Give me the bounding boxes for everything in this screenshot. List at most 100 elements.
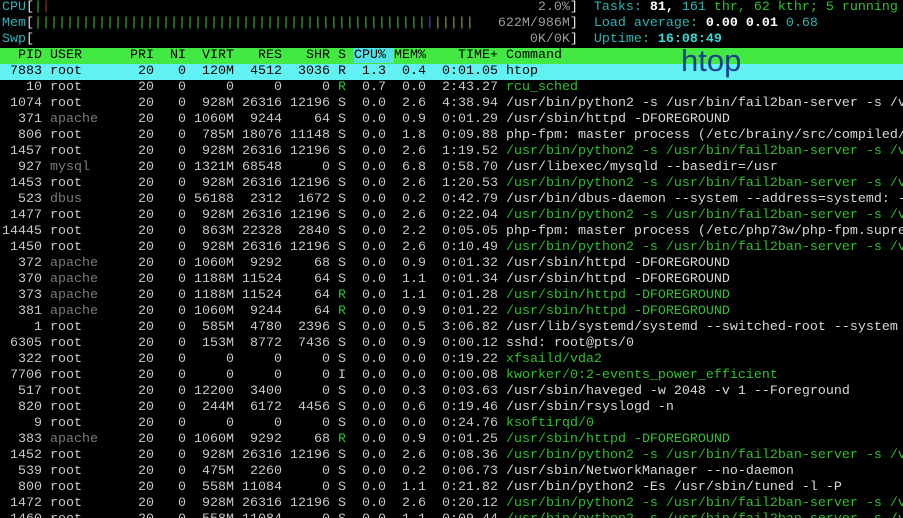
column-header-s[interactable]: S [338,48,354,63]
process-row[interactable]: 539 root 20 0 475M 2260 0 S 0.0 0.2 0:06… [0,464,903,480]
cell-pid: 927 [2,160,50,175]
column-header-res[interactable]: RES [242,48,290,63]
process-row[interactable]: 1472 root 20 0 928M 26316 12196 S 0.0 2.… [0,496,903,512]
cell-command: /usr/libexec/mysqld --basedir=/usr [506,160,778,175]
cell-state: S [338,128,354,143]
process-row[interactable]: 381 apache 20 0 1060M 9244 64 R 0.0 0.9 … [0,304,903,320]
column-header-cpu[interactable]: CPU% [354,48,394,63]
process-row[interactable]: 1 root 20 0 585M 4780 2396 S 0.0 0.5 3:0… [0,320,903,336]
process-row[interactable]: 7706 root 20 0 0 0 0 I 0.0 0.0 0:00.08 k… [0,368,903,384]
cell-pri: 20 [130,416,162,431]
column-header-shr[interactable]: SHR [290,48,338,63]
cell-state: S [338,144,354,159]
cell-pid: 372 [2,256,50,271]
process-row[interactable]: 1477 root 20 0 928M 26316 12196 S 0.0 2.… [0,208,903,224]
cell-cpu: 0.0 [354,368,394,383]
cell-pri: 20 [130,352,162,367]
cell-mem: 1.1 [394,512,434,518]
process-row[interactable]: 927 mysql 20 0 1321M 68548 0 S 0.0 6.8 0… [0,160,903,176]
process-row[interactable]: 9 root 20 0 0 0 0 S 0.0 0.0 0:24.76 ksof… [0,416,903,432]
cell-mem: 0.9 [394,256,434,271]
cell-mem: 1.1 [394,480,434,495]
tasks-summary-segment: thr, [706,0,754,15]
cell-res: 26316 [242,208,290,223]
cell-time: 0:01.22 [434,304,506,319]
process-row[interactable]: 7883 root 20 0 120M 4512 3036 R 1.3 0.4 … [0,64,903,80]
process-row[interactable]: 373 apache 20 0 1188M 11524 64 R 0.0 1.1… [0,288,903,304]
process-row[interactable]: 370 apache 20 0 1188M 11524 64 S 0.0 1.1… [0,272,903,288]
process-table-header[interactable]: PID USER PRI NI VIRT RES SHR S CPU% MEM%… [0,48,903,64]
cell-time: 0:22.04 [434,208,506,223]
process-table-body: 7883 root 20 0 120M 4512 3036 R 1.3 0.4 … [0,64,903,518]
cell-command: /usr/sbin/httpd -DFOREGROUND [506,256,730,271]
cell-pri: 20 [130,448,162,463]
column-header-command[interactable]: Command [506,48,562,63]
process-row[interactable]: 820 root 20 0 244M 6172 4456 S 0.0 0.6 0… [0,400,903,416]
cell-ni: 0 [162,352,194,367]
process-row[interactable]: 1457 root 20 0 928M 26316 12196 S 0.0 2.… [0,144,903,160]
column-header-time[interactable]: TIME+ [434,48,506,63]
process-row[interactable]: 517 root 20 0 12200 3400 0 S 0.0 0.3 0:0… [0,384,903,400]
process-row[interactable]: 523 dbus 20 0 56188 2312 1672 S 0.0 0.2 … [0,192,903,208]
cell-pid: 7706 [2,368,50,383]
cell-mem: 2.6 [394,96,434,111]
cell-command: /usr/lib/systemd/systemd --switched-root… [506,320,903,335]
cell-res: 2312 [242,192,290,207]
cell-time: 0:20.12 [434,496,506,511]
column-header-virt[interactable]: VIRT [194,48,242,63]
cell-command: /usr/bin/python2 -Es /usr/sbin/tuned -l … [506,480,842,495]
cell-mem: 0.9 [394,432,434,447]
process-row[interactable]: 1450 root 20 0 928M 26316 12196 S 0.0 2.… [0,240,903,256]
cell-shr: 2840 [290,224,338,239]
cell-command: ksoftirqd/0 [506,416,594,431]
process-row[interactable]: 1452 root 20 0 928M 26316 12196 S 0.0 2.… [0,448,903,464]
process-row[interactable]: 1460 root 20 0 558M 11084 0 S 0.0 1.1 0:… [0,512,903,518]
cell-pri: 20 [130,496,162,511]
cell-user: root [50,416,130,431]
column-header-user[interactable]: USER [50,48,130,63]
cell-cpu: 0.0 [354,512,394,518]
cell-ni: 0 [162,432,194,447]
cell-shr: 12196 [290,144,338,159]
cell-state: S [338,240,354,255]
cell-cpu: 0.0 [354,288,394,303]
cell-user: root [50,480,130,495]
mem-meter-bar-yellow: ||||| [434,16,474,31]
cpu-meter-label: CPU [2,0,26,15]
cell-time: 4:38.94 [434,96,506,111]
cell-user: apache [50,304,130,319]
cell-command: /usr/sbin/NetworkManager --no-daemon [506,464,794,479]
column-header-pri[interactable]: PRI [130,48,162,63]
process-row[interactable]: 1453 root 20 0 928M 26316 12196 S 0.0 2.… [0,176,903,192]
process-row[interactable]: 14445 root 20 0 863M 22328 2840 S 0.0 2.… [0,224,903,240]
process-row[interactable]: 371 apache 20 0 1060M 9244 64 S 0.0 0.9 … [0,112,903,128]
process-row[interactable]: 322 root 20 0 0 0 0 S 0.0 0.0 0:19.22 xf… [0,352,903,368]
cell-user: root [50,512,130,518]
meter-open-bracket-icon: [ [26,16,34,31]
cell-pri: 20 [130,304,162,319]
mem-meter: Mem[||||||||||||||||||||||||||||||||||||… [0,16,903,32]
cell-shr: 0 [290,512,338,518]
process-row[interactable]: 383 apache 20 0 1060M 9292 68 R 0.0 0.9 … [0,432,903,448]
cell-shr: 3036 [290,64,338,79]
cell-pid: 14445 [2,224,50,239]
cell-ni: 0 [162,80,194,95]
cell-res: 11084 [242,480,290,495]
process-row[interactable]: 806 root 20 0 785M 18076 11148 S 0.0 1.8… [0,128,903,144]
process-row[interactable]: 6305 root 20 0 153M 8772 7436 S 0.0 0.9 … [0,336,903,352]
process-row[interactable]: 800 root 20 0 558M 11084 0 S 0.0 1.1 0:2… [0,480,903,496]
htop-terminal: CPU[|| 2.0%] Tasks: 81, 161 thr, 62 kthr… [0,0,903,518]
cell-ni: 0 [162,144,194,159]
process-row[interactable]: 10 root 20 0 0 0 0 R 0.7 0.0 2:43.27 rcu… [0,80,903,96]
cell-virt: 1060M [194,256,242,271]
column-header-pid[interactable]: PID [2,48,50,63]
cell-mem: 2.6 [394,176,434,191]
cell-user: apache [50,432,130,447]
process-row[interactable]: 1074 root 20 0 928M 26316 12196 S 0.0 2.… [0,96,903,112]
meter-open-bracket-icon: [ [26,0,34,15]
cell-ni: 0 [162,464,194,479]
cell-shr: 64 [290,112,338,127]
column-header-ni[interactable]: NI [162,48,194,63]
process-row[interactable]: 372 apache 20 0 1060M 9292 68 S 0.0 0.9 … [0,256,903,272]
column-header-mem[interactable]: MEM% [394,48,434,63]
